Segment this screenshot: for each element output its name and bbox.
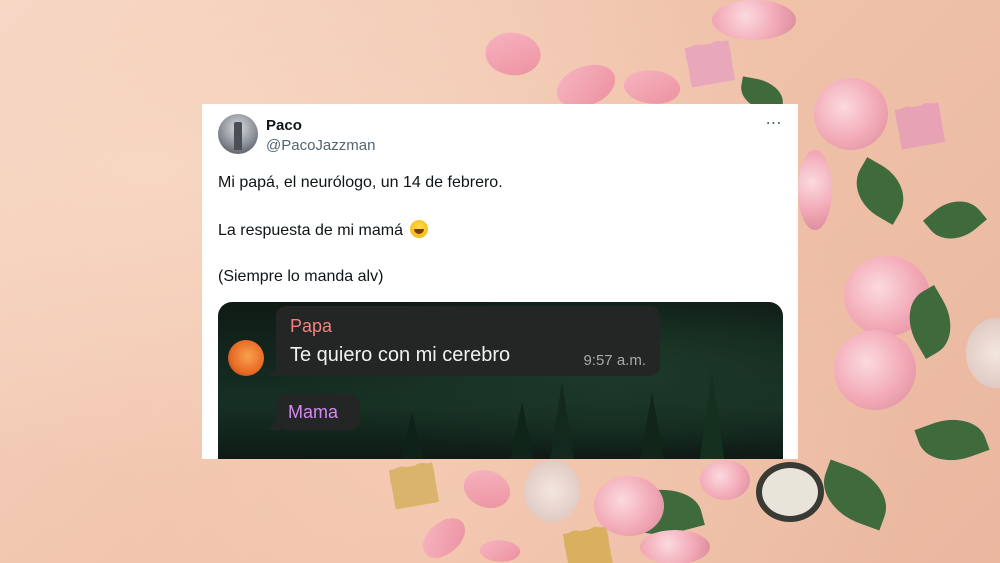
tweet-text-line: Mi papá, el neurólogo, un 14 de febrero.	[218, 174, 503, 191]
rose-decoration	[834, 330, 916, 410]
message-time: 9:57 a.m.	[583, 352, 646, 369]
macaron-decoration	[524, 460, 580, 522]
tweet-text-line: (Siempre lo manda alv)	[218, 268, 384, 285]
tweet-media-image[interactable]: Papa Te quiero con mi cerebro 9:57 a.m. …	[218, 302, 783, 459]
message-bubble-papa: Papa Te quiero con mi cerebro 9:57 a.m.	[268, 306, 660, 376]
message-sender: Papa	[290, 316, 333, 336]
leaf-decoration	[844, 157, 916, 225]
tweet-card[interactable]: Paco @PacoJazzman ⋯ Mi papá, el neurólog…	[202, 104, 798, 459]
rose-decoration	[814, 78, 888, 150]
more-options-icon[interactable]: ⋯	[762, 114, 786, 138]
rose-decoration	[700, 460, 750, 500]
message-sender: Mama	[288, 402, 339, 422]
petal-decoration	[479, 22, 547, 86]
leaf-decoration	[914, 408, 990, 472]
macaron-decoration	[966, 318, 1000, 388]
leaf-decoration	[922, 188, 988, 252]
tree-silhouette	[508, 402, 536, 459]
author-avatar[interactable]	[218, 114, 258, 154]
rolling-laughing-emoji-icon	[410, 220, 429, 238]
petal-decoration	[457, 459, 517, 519]
tweet-text-segment: La respuesta de mi mamá	[218, 222, 403, 239]
heart-chocolate	[388, 462, 440, 510]
petal-decoration	[415, 512, 473, 563]
petal-decoration	[478, 536, 522, 563]
tree-silhouette	[548, 382, 576, 459]
candle-decoration	[756, 462, 824, 522]
message-bubble-mama: Mama	[268, 394, 360, 430]
tree-silhouette	[398, 412, 426, 459]
heart-chocolate	[894, 102, 946, 150]
rose-decoration	[640, 530, 710, 563]
leaf-decoration	[813, 459, 897, 531]
author-handle[interactable]: @PacoJazzman	[266, 137, 375, 154]
rose-decoration	[712, 0, 796, 40]
heart-chocolate	[562, 526, 614, 563]
tower-icon	[234, 122, 242, 150]
message-text: Te quiero con mi cerebro	[290, 344, 511, 366]
tweet-text-line: La respuesta de mi mamá	[218, 220, 429, 240]
tree-silhouette	[638, 392, 666, 459]
rose-decoration	[594, 476, 664, 536]
author-name[interactable]: Paco	[266, 117, 302, 134]
rose-decoration	[798, 150, 832, 230]
tree-silhouette	[698, 372, 726, 459]
chat-avatar-papa	[228, 340, 264, 376]
heart-chocolate	[684, 40, 736, 88]
